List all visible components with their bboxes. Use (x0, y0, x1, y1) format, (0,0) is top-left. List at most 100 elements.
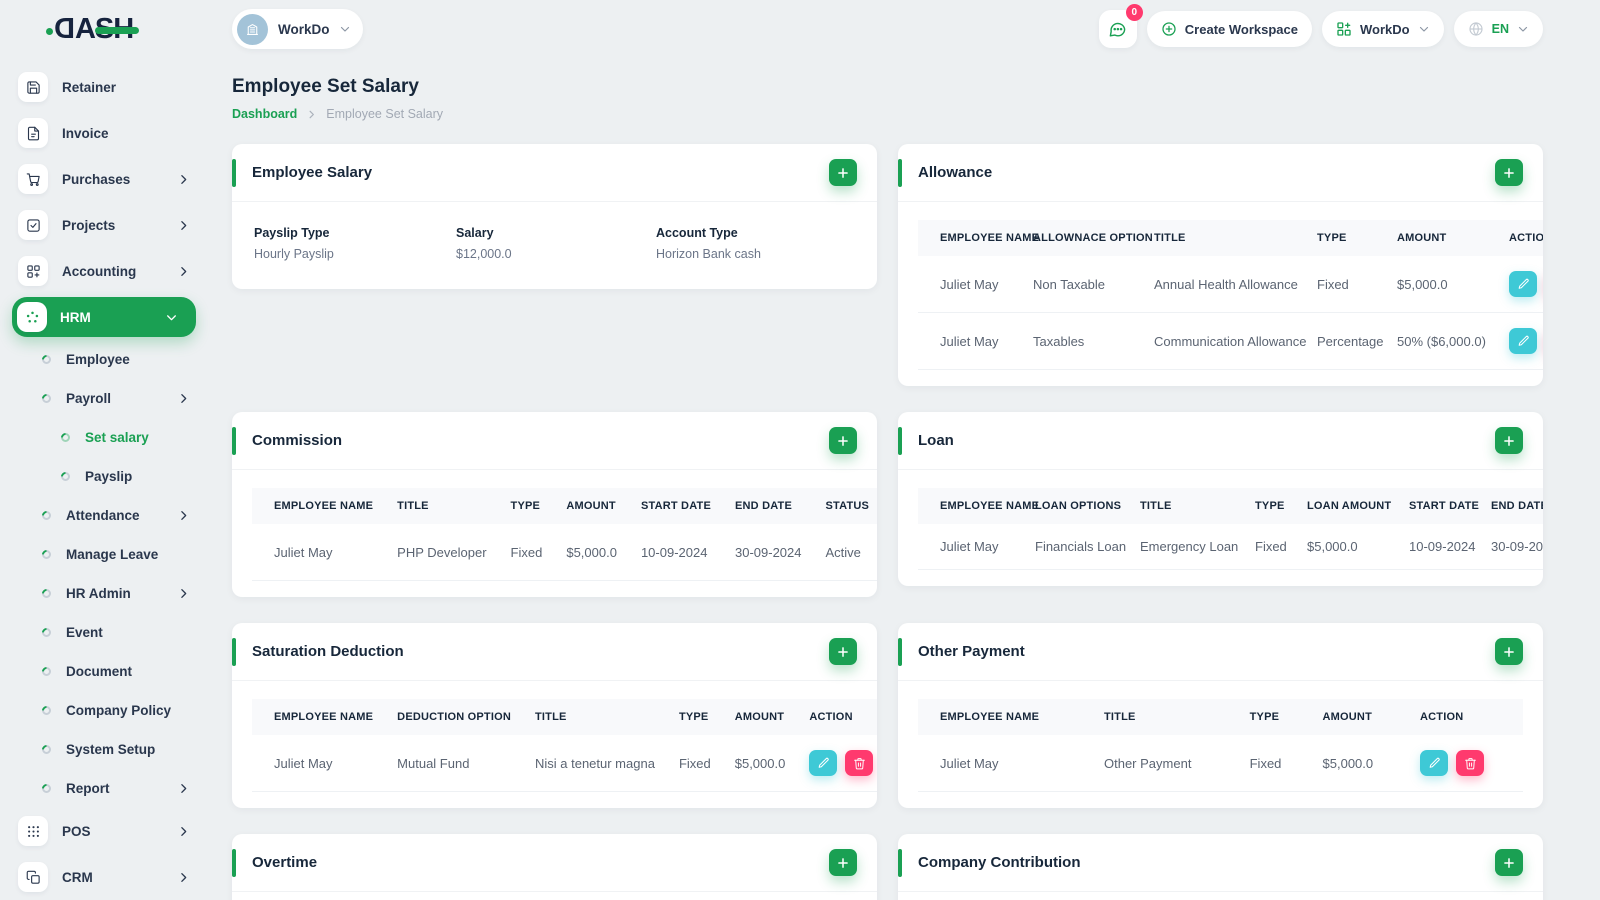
column-header: LOAN AMOUNT (1295, 488, 1397, 524)
sidebar-item-manage-leave[interactable]: Manage Leave (12, 535, 196, 574)
sidebar-item-label: Accounting (62, 263, 137, 279)
sidebar-item-accounting[interactable]: Accounting (12, 248, 196, 294)
accent-bar (898, 427, 902, 455)
column-header: TITLE (1142, 220, 1305, 256)
cart-icon (18, 164, 48, 194)
column-header: TITLE (1128, 488, 1243, 524)
commission-card: Commission EMPLOYEE NAME TITLE TYPE AMOU… (232, 412, 877, 597)
workspace-menu-button[interactable]: WorkDo (1322, 11, 1444, 47)
sidebar-item-document[interactable]: Document (12, 652, 196, 691)
chevron-right-icon (177, 587, 190, 600)
sidebar-item-company-policy[interactable]: Company Policy (12, 691, 196, 730)
edit-button[interactable] (809, 750, 838, 776)
sidebar-item-purchases[interactable]: Purchases (12, 156, 196, 202)
add-loan-button[interactable] (1495, 427, 1523, 454)
edit-button[interactable] (1509, 328, 1537, 354)
add-employee-salary-button[interactable] (829, 159, 857, 186)
sidebar-item-hr-admin[interactable]: HR Admin (12, 574, 196, 613)
column-header: STATUS (813, 488, 877, 524)
sidebar-item-report[interactable]: Report (12, 769, 196, 808)
field-label: Payslip Type (254, 226, 330, 240)
column-header: AMOUNT (1385, 220, 1497, 256)
check-square-icon (18, 210, 48, 240)
dots-grid-icon (18, 816, 48, 846)
cell-title: Emergency Loan (1128, 524, 1243, 570)
sidebar-item-event[interactable]: Event (12, 613, 196, 652)
allowance-table-wrap: EMPLOYEE NAME ALLOWNACE OPTION TITLE TYP… (898, 202, 1543, 386)
sidebar-item-payroll[interactable]: Payroll (12, 379, 196, 418)
column-header: TYPE (1243, 488, 1295, 524)
edit-button[interactable] (1509, 271, 1537, 297)
cell-amount: $5,000.0 (554, 524, 629, 581)
messages-button[interactable]: 0 (1098, 4, 1143, 48)
table-row: Juliet May PHP Developer Fixed $5,000.0 … (252, 524, 877, 581)
allowance-card: Allowance EMPLOYEE NAME ALLOWNACE OPTION… (898, 144, 1543, 386)
sidebar-item-label: HRM (60, 309, 91, 325)
dash-logo[interactable]: DASH (46, 13, 140, 45)
add-saturation-deduction-button[interactable] (829, 638, 857, 665)
cell-start-date: 10-09-2024 (1397, 524, 1479, 570)
sidebar-item-crm[interactable]: CRM (12, 854, 196, 900)
sidebar-item-system-setup[interactable]: System Setup (12, 730, 196, 769)
workspace-name: WorkDo (278, 21, 330, 37)
table-row: Juliet May Taxables Communication Allowa… (918, 312, 1543, 370)
add-other-payment-button[interactable] (1495, 638, 1523, 665)
sidebar-item-employee[interactable]: Employee (12, 340, 196, 379)
cell-type: Fixed (1305, 256, 1385, 313)
cell-deduction-option: Mutual Fund (385, 735, 523, 792)
language-selector[interactable]: EN (1453, 11, 1543, 47)
sidebar-item-set-salary-active[interactable]: Set salary (12, 418, 196, 457)
bullet-icon (40, 587, 53, 600)
sidebar-item-invoice[interactable]: Invoice (12, 110, 196, 156)
add-commission-button[interactable] (829, 427, 857, 454)
field-value: $12,000.0 (456, 247, 512, 261)
sidebar-item-payslip[interactable]: Payslip (12, 457, 196, 496)
cell-type: Fixed (1237, 735, 1311, 792)
card-header: Commission (232, 412, 877, 470)
add-company-contribution-button[interactable] (1495, 849, 1523, 876)
sidebar-item-label: POS (62, 823, 91, 839)
accent-bar (232, 159, 236, 187)
workspace-selector[interactable]: WorkDo (232, 9, 363, 49)
sidebar-item-hrm-active[interactable]: HRM (12, 297, 196, 337)
loan-table-wrap: EMPLOYEE NAME LOAN OPTIONS TITLE TYPE LO… (898, 470, 1543, 586)
column-header: LOAN OPTIONS (1023, 488, 1128, 524)
cell-title: Communication Allowance (1142, 312, 1306, 370)
sidebar-item-pos[interactable]: POS (12, 808, 196, 854)
bullet-icon (40, 353, 53, 366)
pencil-icon (1518, 278, 1529, 289)
cell-type: Fixed (666, 735, 723, 792)
bullet-icon (40, 743, 53, 756)
delete-button[interactable] (845, 750, 874, 776)
other-payment-table: EMPLOYEE NAME TITLE TYPE AMOUNT ACTION J… (918, 699, 1523, 792)
column-header: TYPE (1305, 220, 1385, 256)
cell-employee-name: Juliet May (252, 524, 386, 581)
sidebar-item-label: Manage Leave (66, 547, 159, 562)
sidebar-item-label: Report (66, 781, 110, 796)
workspace-avatar (237, 13, 268, 45)
sidebar-item-attendance[interactable]: Attendance (12, 496, 196, 535)
pencil-icon (1518, 335, 1529, 346)
table-header-row: EMPLOYEE NAME LOAN OPTIONS TITLE TYPE LO… (918, 488, 1543, 524)
sidebar-item-label: Document (66, 664, 133, 679)
hrm-dots-icon (17, 302, 47, 332)
cell-action (797, 735, 877, 792)
create-workspace-button[interactable]: Create Workspace (1146, 11, 1313, 47)
table-row: Juliet May Mutual Fund Nisi a tenetur ma… (252, 735, 877, 792)
cell-type: Fixed (1243, 524, 1295, 570)
cell-end-date: 30-09-2024 (722, 524, 814, 581)
add-overtime-button[interactable] (829, 849, 857, 876)
chevron-right-icon (177, 173, 190, 186)
sidebar-item-retainer[interactable]: Retainer (12, 64, 196, 110)
logo-green-bar (95, 26, 140, 34)
delete-button[interactable] (1456, 750, 1484, 776)
add-allowance-button[interactable] (1495, 159, 1523, 186)
column-header: TYPE (498, 488, 555, 524)
breadcrumb-dashboard-link[interactable]: Dashboard (232, 107, 297, 121)
sidebar-item-projects[interactable]: Projects (12, 202, 196, 248)
column-header: TITLE (1092, 699, 1238, 735)
card-title: Commission (252, 432, 343, 449)
breadcrumb: Dashboard Employee Set Salary (232, 107, 1543, 121)
edit-button[interactable] (1420, 750, 1448, 776)
column-header: END DATE (1479, 488, 1543, 524)
